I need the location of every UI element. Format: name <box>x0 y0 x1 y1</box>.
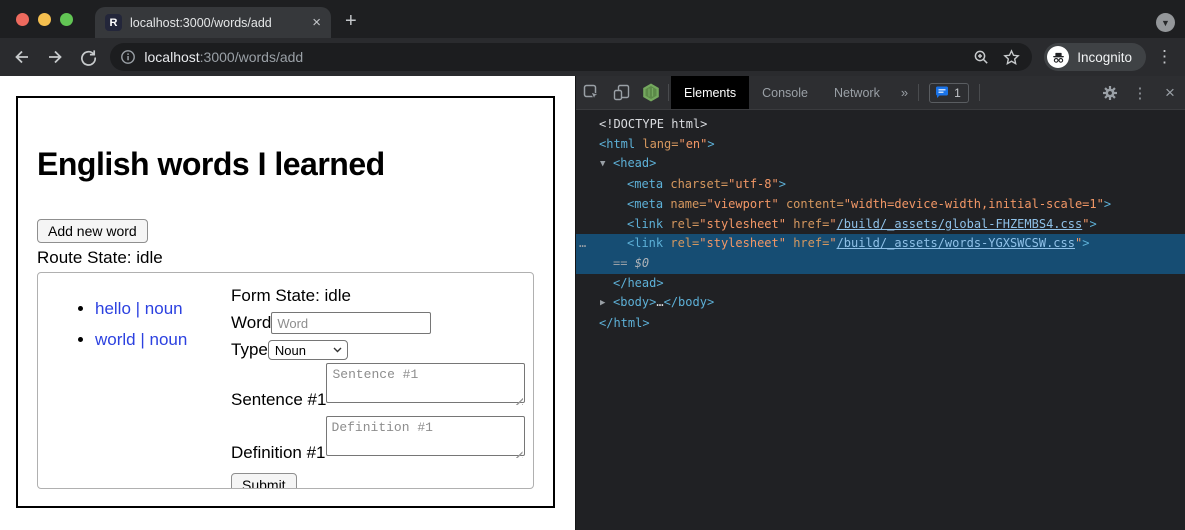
tab-console[interactable]: Console <box>749 76 821 109</box>
word-link-hello[interactable]: hello | noun <box>95 299 183 318</box>
zoom-in-icon <box>973 49 990 66</box>
browser-toolbar: localhost:3000/words/add <box>0 38 1185 76</box>
issues-message-icon <box>935 86 949 99</box>
new-tab-button[interactable]: + <box>345 10 357 33</box>
more-tabs-button[interactable]: » <box>893 76 916 109</box>
dom-tree-line[interactable]: <!DOCTYPE html> <box>576 115 1185 135</box>
fullscreen-window-button[interactable] <box>60 13 73 26</box>
disclosure-arrow-icon[interactable]: ▶ <box>600 294 613 314</box>
divider <box>979 84 980 101</box>
list-item: world | noun <box>95 330 231 350</box>
browser-tab[interactable]: R localhost:3000/words/add × <box>95 7 331 38</box>
browser-menu-button[interactable]: ⋮ <box>1156 47 1173 67</box>
word-list: hello | noun world | noun <box>38 273 231 488</box>
url-text: localhost:3000/words/add <box>144 49 962 65</box>
url-path: :3000/words/add <box>200 49 304 65</box>
dom-tree-line[interactable]: == $0 <box>576 254 1185 274</box>
devtools-panel: Elements Console Network » 1 <box>575 76 1185 530</box>
node-hexagon-icon[interactable] <box>636 76 666 109</box>
back-arrow-icon <box>12 47 32 67</box>
devtools-settings-button[interactable] <box>1095 76 1125 109</box>
word-label: Word <box>231 313 271 333</box>
dom-tree-line[interactable]: ▶<body>…</body> <box>576 293 1185 314</box>
devtools-close-button[interactable]: × <box>1155 76 1185 109</box>
device-toolbar-button[interactable] <box>606 76 636 109</box>
page-title: English words I learned <box>37 146 534 183</box>
word-input[interactable] <box>271 312 431 334</box>
divider <box>918 84 919 101</box>
star-icon <box>1003 49 1020 66</box>
incognito-icon <box>1047 46 1069 68</box>
disclosure-arrow-icon[interactable]: ▼ <box>600 155 613 175</box>
tab-title: localhost:3000/words/add <box>130 16 304 30</box>
tab-network[interactable]: Network <box>821 76 893 109</box>
dom-tree-line[interactable]: </head> <box>576 274 1185 294</box>
tab-close-icon[interactable]: × <box>312 15 321 30</box>
sentence1-textarea[interactable] <box>326 363 525 403</box>
add-new-word-button[interactable]: Add new word <box>37 219 148 243</box>
tab-elements[interactable]: Elements <box>671 76 749 109</box>
dom-tree-line[interactable]: ▼<head> <box>576 154 1185 175</box>
definition1-label: Definition #1 <box>231 443 326 463</box>
add-word-form: Form State: idle Word Type Noun <box>231 273 533 488</box>
dom-tree-line[interactable]: <html lang="en"> <box>576 135 1185 155</box>
definition1-textarea[interactable] <box>326 416 525 456</box>
browser-titlebar: R localhost:3000/words/add × + ▼ <box>0 0 1185 38</box>
page-container: English words I learned Add new word Rou… <box>16 96 555 508</box>
issues-count: 1 <box>954 86 961 100</box>
browser-window: R localhost:3000/words/add × + ▼ <box>0 0 1185 530</box>
zoom-button[interactable] <box>970 46 992 68</box>
dom-tree-line[interactable]: </html> <box>576 314 1185 334</box>
inspect-element-button[interactable] <box>576 76 606 109</box>
form-state-text: Form State: idle <box>231 285 527 307</box>
incognito-label: Incognito <box>1077 50 1132 65</box>
forward-button[interactable] <box>43 45 66 69</box>
web-page: English words I learned Add new word Rou… <box>0 76 575 530</box>
word-link-world[interactable]: world | noun <box>95 330 187 349</box>
traffic-lights <box>16 13 73 26</box>
main-content: English words I learned Add new word Rou… <box>0 76 1185 530</box>
incognito-badge: Incognito <box>1044 43 1146 71</box>
remix-favicon-icon: R <box>105 14 122 31</box>
reload-button[interactable] <box>77 45 100 69</box>
dom-tree: <!DOCTYPE html><html lang="en">▼<head><m… <box>576 110 1185 530</box>
sentence1-label: Sentence #1 <box>231 390 326 410</box>
back-button[interactable] <box>10 45 33 69</box>
type-select[interactable]: Noun <box>268 340 348 360</box>
gear-icon <box>1102 85 1118 101</box>
minimize-window-button[interactable] <box>38 13 51 26</box>
inspect-cursor-icon <box>583 84 600 101</box>
device-toolbar-icon <box>613 84 630 101</box>
close-window-button[interactable] <box>16 13 29 26</box>
dom-tree-line[interactable]: …<link rel="stylesheet" href="/build/_as… <box>576 234 1185 254</box>
issues-badge[interactable]: 1 <box>929 83 969 103</box>
site-info-icon[interactable] <box>120 49 136 65</box>
submit-button[interactable]: Submit <box>231 473 297 489</box>
bookmark-button[interactable] <box>1000 46 1022 68</box>
devtools-menu-button[interactable]: ⋮ <box>1125 76 1155 109</box>
forward-arrow-icon <box>45 47 65 67</box>
list-item: hello | noun <box>95 299 231 319</box>
line-options-icon[interactable]: … <box>579 234 585 254</box>
dom-tree-line[interactable]: <meta charset="utf-8"> <box>576 175 1185 195</box>
devtools-toolbar: Elements Console Network » 1 <box>576 76 1185 110</box>
address-bar[interactable]: localhost:3000/words/add <box>110 43 1032 71</box>
words-panel: hello | noun world | noun Form State: id… <box>37 272 534 489</box>
route-state-text: Route State: idle <box>37 248 534 268</box>
reload-icon <box>79 48 98 67</box>
dom-tree-line[interactable]: <meta name="viewport" content="width=dev… <box>576 195 1185 215</box>
url-host: localhost <box>144 49 199 65</box>
type-label: Type <box>231 340 268 360</box>
chevron-down-icon[interactable]: ▼ <box>1156 13 1175 32</box>
divider <box>668 84 669 101</box>
dom-tree-line[interactable]: <link rel="stylesheet" href="/build/_ass… <box>576 215 1185 235</box>
